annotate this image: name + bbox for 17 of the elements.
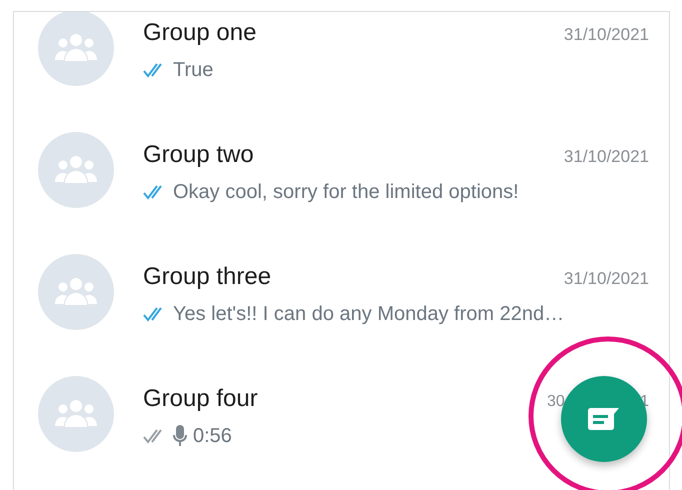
chat-name: Group one: [143, 20, 256, 47]
chat-date: 31/10/2021: [564, 24, 649, 46]
chat-row[interactable]: Group two 31/10/2021 Okay cool, sorry for the limited options!: [14, 109, 669, 231]
chat-name: Group four: [143, 386, 258, 412]
message-preview: True: [173, 58, 214, 82]
microphone-icon: [173, 424, 187, 448]
chat-row[interactable]: Group three 31/10/2021 Yes let's!! I can do any Monday from 22nd…: [14, 231, 669, 353]
chat-bubble-icon: [588, 407, 620, 431]
chat-date: 31/10/2021: [564, 268, 649, 290]
chat-row[interactable]: Group one 31/10/2021 True: [14, 12, 669, 109]
chat-name: Group two: [143, 142, 254, 169]
chat-date-fragment: 30: [547, 392, 565, 412]
voice-duration: 0:56: [193, 424, 232, 448]
chat-date: 31/10/2021: [564, 146, 649, 168]
chat-name: Group three: [143, 264, 272, 291]
message-preview: Yes let's!! I can do any Monday from 22nd…: [173, 302, 564, 326]
message-preview: Okay cool, sorry for the limited options!: [173, 180, 519, 204]
